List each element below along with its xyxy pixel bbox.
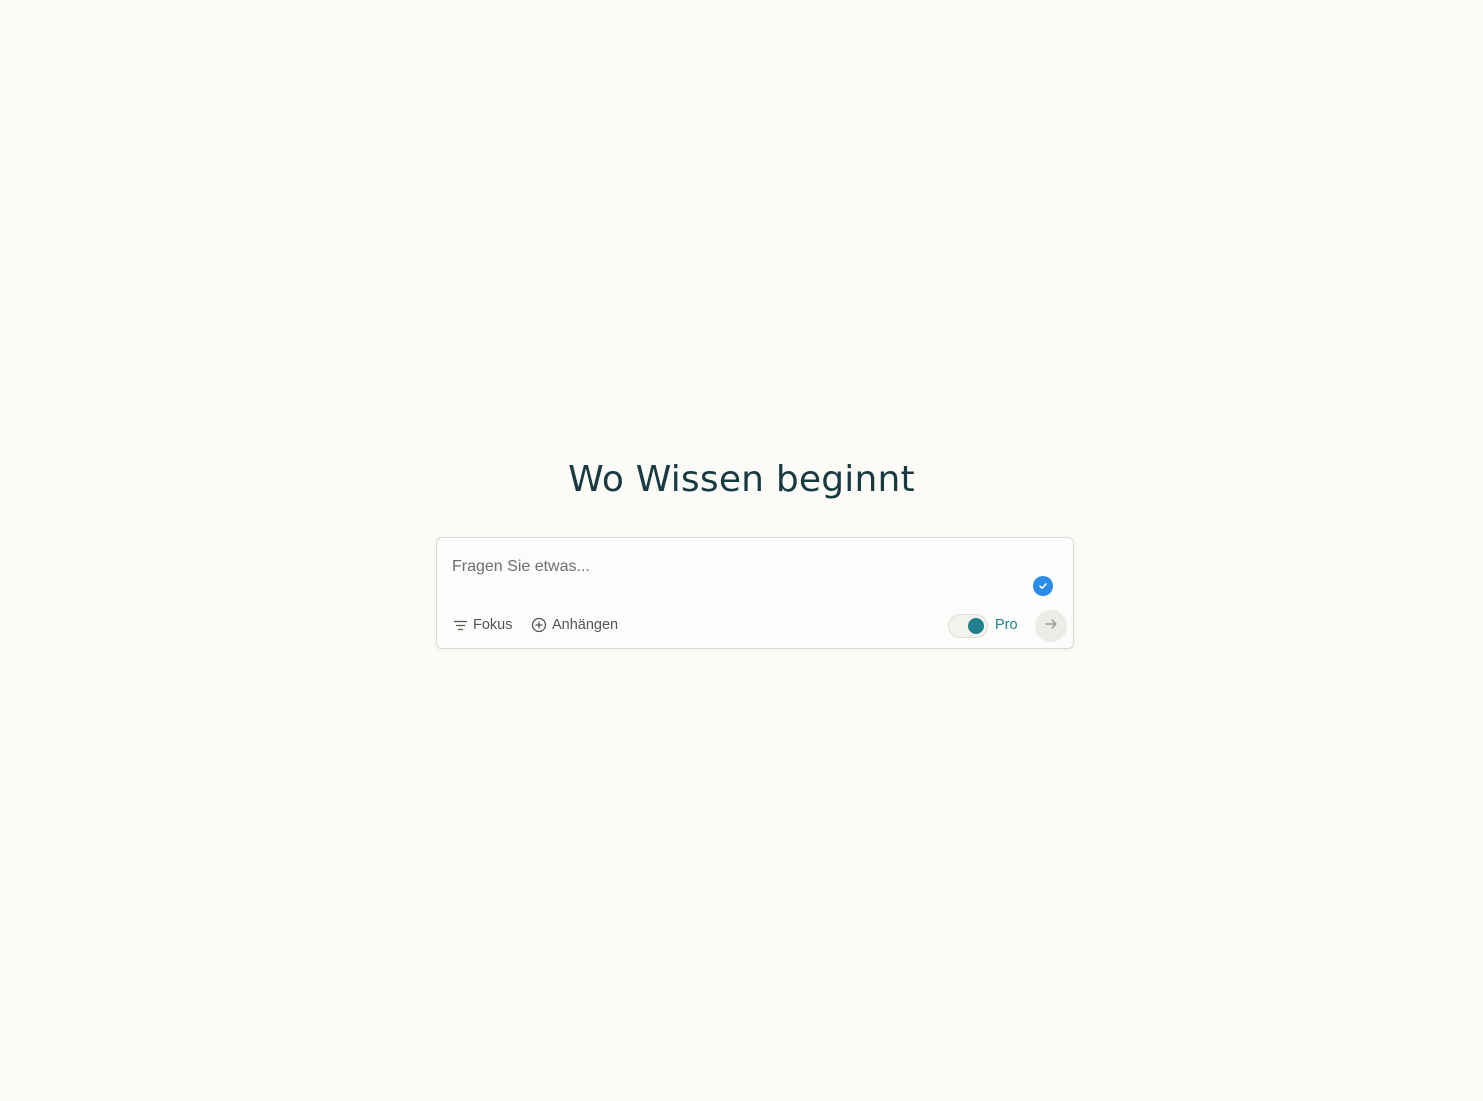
attach-button[interactable]: Anhängen (531, 614, 618, 636)
attach-button-label: Anhängen (552, 617, 619, 633)
pro-label[interactable]: Pro (995, 616, 1018, 634)
focus-button-label: Fokus (473, 617, 513, 633)
toggle-knob (968, 618, 984, 634)
arrow-right-icon (1044, 617, 1058, 636)
check-circle-icon (1033, 576, 1053, 596)
focus-button[interactable]: Fokus (453, 614, 513, 636)
search-input[interactable] (452, 554, 1012, 580)
page-headline: Wo Wissen beginnt (568, 459, 915, 500)
ask-box: Fokus Anhängen Pro (436, 537, 1074, 649)
submit-button[interactable] (1035, 610, 1067, 642)
plus-circle-icon (531, 617, 547, 633)
pro-toggle[interactable] (948, 614, 988, 638)
filter-lines-icon (453, 618, 468, 633)
